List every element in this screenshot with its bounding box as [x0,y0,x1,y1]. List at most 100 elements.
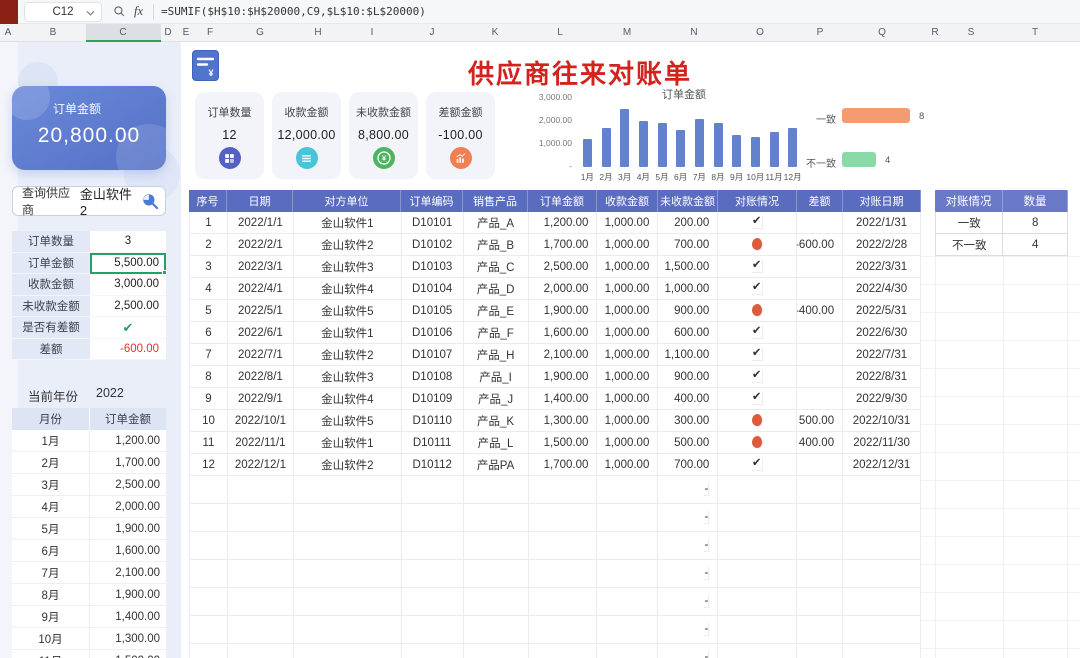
empty-cell[interactable]: - [658,504,719,532]
cell-date[interactable]: 2022/12/1 [227,454,294,476]
cell-unrecv_amt[interactable]: 1,100.00 [658,344,719,366]
cell-diff[interactable] [797,388,844,410]
column-header-Q[interactable]: Q [878,27,886,38]
empty-cell[interactable] [597,532,659,560]
cell-recon_date[interactable]: 2022/8/31 [843,366,921,388]
column-header-S[interactable]: S [968,27,975,38]
cell-recv_amt[interactable]: 1,000.00 [597,234,659,256]
chart-bar[interactable] [620,109,630,167]
cell-recon_date[interactable]: 2022/2/28 [843,234,921,256]
kpi-card-4[interactable]: 差额金额 -100.00 [426,92,495,179]
empty-cell[interactable] [190,644,228,658]
stats-label-cell[interactable]: 收款金额 [12,274,90,296]
cell-product[interactable]: 产品_L [463,432,529,454]
cell-code[interactable]: D10104 [401,278,464,300]
cell-code[interactable]: D10111 [401,432,464,454]
cell-recv_amt[interactable]: 1,000.00 [597,432,659,454]
empty-cell[interactable] [843,476,921,504]
cell-status[interactable] [718,234,798,256]
cell-status[interactable] [718,432,798,454]
cell-date[interactable]: 2022/9/1 [227,388,294,410]
cell-order_amt[interactable]: 1,700.00 [528,454,598,476]
cell-unit[interactable]: 金山软件3 [293,366,402,388]
cell-order_amt[interactable]: 1,900.00 [528,300,598,322]
cell-seq[interactable]: 5 [190,300,228,322]
empty-cell[interactable] [401,504,464,532]
magnifier-icon[interactable] [113,5,126,18]
cell-order_amt[interactable]: 1,500.00 [528,432,598,454]
cell-seq[interactable]: 6 [190,322,228,344]
empty-cell[interactable] [293,560,402,588]
supplier-search-box[interactable]: 查询供应商 金山软件2 [12,184,166,218]
cell-product[interactable]: 产品_K [463,410,529,432]
cell-code[interactable]: D10109 [401,388,464,410]
empty-cell[interactable] [293,476,402,504]
cell-recon_date[interactable]: 2022/4/30 [843,278,921,300]
cell-unit[interactable]: 金山软件3 [293,256,402,278]
month-amount-cell[interactable]: 1,400.00 [90,606,166,627]
empty-cell[interactable] [528,532,598,560]
empty-cell[interactable] [718,588,798,616]
stats-label-cell[interactable]: 未收款金额 [12,295,90,317]
empty-cell[interactable] [843,644,921,658]
cell-seq[interactable]: 3 [190,256,228,278]
column-header-cell[interactable]: 销售产品 [463,190,528,212]
summary-cell[interactable]: 8 [1003,212,1068,234]
empty-cell[interactable]: - [658,560,719,588]
sheet-canvas[interactable]: 订单金额 20,800.00 查询供应商 金山软件2 订单数量 3 订单金额 5,50… [0,42,1080,658]
cell-unit[interactable]: 金山软件2 [293,344,402,366]
supplier-search-value[interactable]: 金山软件2 [80,184,137,218]
column-header-cell[interactable]: 收款金额 [597,190,658,212]
cell-recon_date[interactable]: 2022/5/31 [843,300,921,322]
cell-recv_amt[interactable]: 1,000.00 [597,322,659,344]
cell-order_amt[interactable]: 1,300.00 [528,410,598,432]
cell-product[interactable]: 产品_I [463,366,529,388]
summary-cell[interactable]: 4 [1003,234,1068,256]
chart-bar[interactable] [750,137,760,167]
empty-cell[interactable] [401,532,464,560]
cell-date[interactable]: 2022/6/1 [227,322,294,344]
cell-unit[interactable]: 金山软件1 [293,212,402,234]
empty-cell[interactable] [190,616,228,644]
empty-cell[interactable] [401,476,464,504]
formula-input[interactable]: =SUMIF($H$10:$H$20000,C9,$L$10:$L$20000) [161,5,426,18]
cell-recon_date[interactable]: 2022/1/31 [843,212,921,234]
empty-cell[interactable] [597,588,659,616]
cell-product[interactable]: 产品_A [463,212,529,234]
cell-recv_amt[interactable]: 1,000.00 [597,344,659,366]
month-amount-cell[interactable]: 1,900.00 [90,518,166,539]
cell-order_amt[interactable]: 2,500.00 [528,256,598,278]
cell-diff[interactable]: 500.00 [797,410,844,432]
order-amount-column-chart[interactable]: 订单金额 3,000.00 2,000.00 1,000.00 -1月 2月 3月 4月 5月… [530,86,810,188]
empty-cell[interactable] [463,560,529,588]
cell-recv_amt[interactable]: 1,000.00 [597,410,659,432]
cell-recv_amt[interactable]: 1,000.00 [597,256,659,278]
month-amount-cell[interactable]: 2,100.00 [90,562,166,583]
cell-code[interactable]: D10103 [401,256,464,278]
cell-unit[interactable]: 金山软件4 [293,278,402,300]
summary-header-cell[interactable]: 数量 [1003,190,1068,212]
cell-code[interactable]: D10112 [401,454,464,476]
chart-bar[interactable] [769,132,779,167]
h-bar[interactable] [842,152,876,167]
stats-value-cell[interactable]: -600.00 [90,338,166,360]
cell-code[interactable]: D10108 [401,366,464,388]
chart-bar[interactable] [676,130,686,167]
cell-diff[interactable] [797,256,844,278]
month-cell[interactable]: 4月 [12,496,90,517]
cell-recon_date[interactable]: 2022/12/31 [843,454,921,476]
cell-status[interactable] [718,410,798,432]
empty-cell[interactable] [597,504,659,532]
empty-cell[interactable] [190,560,228,588]
cell-diff[interactable]: -600.00 [797,234,844,256]
stats-value-cell[interactable]: 3,000.00 [90,274,166,296]
month-column-header[interactable]: 月份 [12,408,90,430]
cell-unrecv_amt[interactable]: 400.00 [658,388,719,410]
month-amount-cell[interactable]: 1,900.00 [90,584,166,605]
cell-unit[interactable]: 金山软件4 [293,388,402,410]
cell-status[interactable]: ✔ [718,388,798,410]
empty-cell[interactable] [293,532,402,560]
cell-product[interactable]: 产品_E [463,300,529,322]
empty-cell[interactable] [797,532,844,560]
cell-status[interactable] [718,300,798,322]
